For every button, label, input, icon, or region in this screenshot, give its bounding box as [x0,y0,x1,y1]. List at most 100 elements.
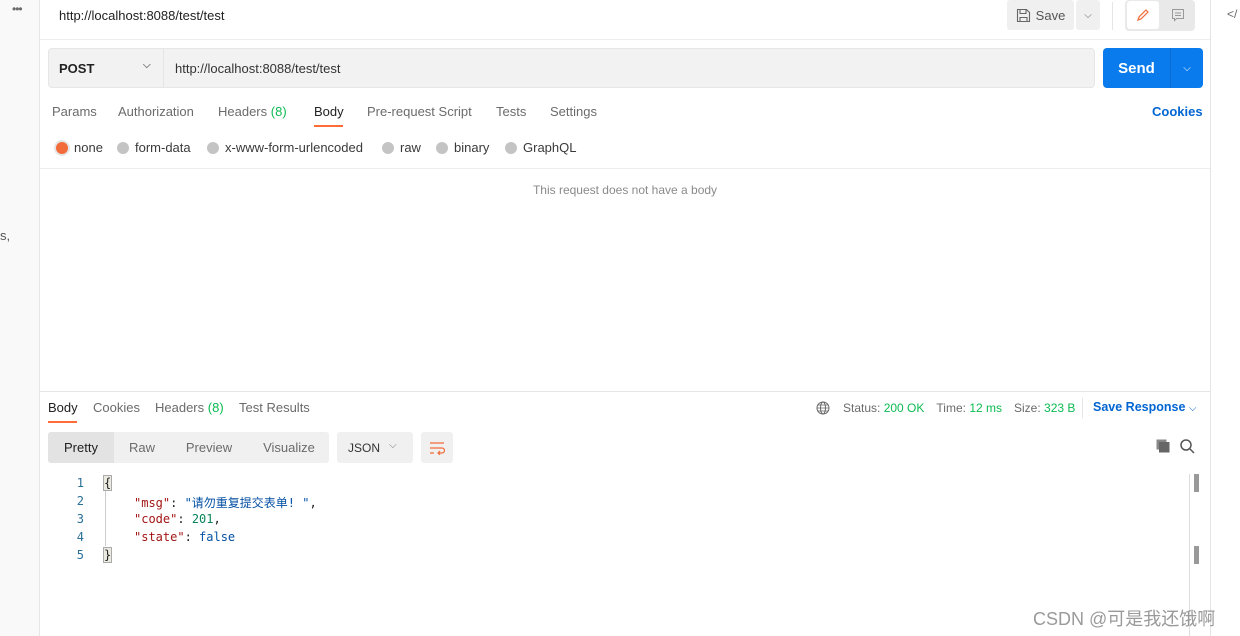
edit-mode-button[interactable] [1127,1,1159,29]
response-tab-test-results[interactable]: Test Results [239,400,310,415]
send-button[interactable]: Send [1103,48,1170,88]
radio-label: none [74,140,103,155]
code-line: "state": false [134,530,236,544]
tab-settings[interactable]: Settings [550,104,597,119]
method-label: POST [59,60,95,76]
sidebar-partial-text: s, [0,228,11,243]
line-number: 3 [76,512,84,526]
time[interactable]: Time: 12 ms [936,401,1002,415]
active-tab-indicator [48,421,77,423]
line-number: 2 [76,494,84,508]
radio-label: GraphQL [523,140,577,155]
response-tab-headers[interactable]: Headers (8) [155,400,224,415]
view-mode-tabs: Pretty Raw Preview Visualize [48,432,329,463]
radio-x-www-form-urlencoded[interactable]: x-www-form-urlencoded [207,140,363,155]
json-key: "code" [134,512,178,526]
chevron-down-icon: ⌵ [1188,403,1197,414]
radio-none[interactable]: none [56,140,103,155]
method-select[interactable]: POST ⌵ [49,49,164,87]
active-tab-indicator [314,125,343,127]
view-pretty[interactable]: Pretty [48,432,114,463]
response-tab-body[interactable]: Body [48,400,78,415]
status[interactable]: Status: 200 OK [843,401,924,415]
radio-icon [505,141,517,154]
scrollbar-thumb[interactable] [1194,474,1199,492]
divider [40,168,1210,169]
code-icon[interactable]: </ [1227,7,1237,21]
mode-toggle [1125,0,1195,31]
save-response-button[interactable]: Save Response ⌵ [1093,400,1197,414]
line-number: 4 [76,530,84,544]
empty-body-message: This request does not have a body [532,183,718,197]
json-key: "msg" [134,496,171,510]
request-title[interactable]: http://localhost:8088/test/test [59,8,225,23]
url-input[interactable]: http://localhost:8088/test/test [175,61,341,76]
radio-label: x-www-form-urlencoded [225,140,363,155]
wrap-lines-button[interactable] [421,432,453,463]
right-panel: </ [1210,0,1240,636]
save-icon [1016,8,1030,22]
radio-binary[interactable]: binary [436,140,489,155]
line-number: 1 [76,476,84,490]
tab-tests[interactable]: Tests [496,104,526,119]
scrollbar-marker [1194,546,1199,564]
response-meta: Status: 200 OK Time: 12 ms Size: 323 B [843,401,1075,415]
radio-raw[interactable]: raw [382,140,421,155]
radio-selected-icon [56,141,68,154]
search-icon[interactable] [1180,439,1195,454]
tab-authorization[interactable]: Authorization [118,104,194,119]
view-preview[interactable]: Preview [174,432,244,463]
send-dropdown-button[interactable]: ⌵ [1171,48,1203,88]
size-label: Size: [1014,401,1041,415]
ellipsis-icon[interactable]: ••• [12,2,23,16]
send-button-group: Send ⌵ [1103,48,1203,88]
time-value: 12 ms [969,401,1002,415]
comment-icon [1172,9,1184,22]
pane-resize-handle[interactable] [40,391,1210,392]
json-comma: , [213,512,221,526]
pencil-icon [1137,9,1149,21]
format-label: JSON [348,440,381,455]
radio-form-data[interactable]: form-data [117,140,191,155]
chevron-down-icon: ⌵ [1183,62,1191,74]
radio-icon [382,141,394,154]
line-number: 5 [76,548,84,562]
divider [40,39,1210,40]
size[interactable]: Size: 323 B [1014,401,1075,415]
tab-params[interactable]: Params [52,104,97,119]
globe-icon[interactable] [816,401,830,415]
cookies-link[interactable]: Cookies [1152,104,1203,119]
json-key: "state" [134,530,185,544]
save-button[interactable]: Save [1007,0,1074,30]
left-sidebar: ••• s, [0,0,40,636]
json-value: false [199,530,236,544]
radio-graphql[interactable]: GraphQL [505,140,576,155]
tab-headers[interactable]: Headers (8) [218,104,287,119]
radio-icon [117,141,129,154]
view-visualize[interactable]: Visualize [252,432,326,463]
json-comma: , [309,496,317,510]
tab-label: Headers [218,104,268,119]
code-line: "code": 201, [134,512,221,526]
json-value: "请勿重复提交表单! " [184,496,310,510]
wrap-lines-icon [430,441,445,455]
format-select[interactable]: JSON ⌵ [337,432,413,463]
comments-button[interactable] [1163,1,1193,29]
divider [1082,398,1083,418]
radio-icon [207,141,219,154]
response-tab-cookies[interactable]: Cookies [93,400,140,415]
save-response-label: Save Response [1093,400,1186,414]
status-label: Status: [843,401,881,415]
view-raw[interactable]: Raw [114,432,170,463]
chevron-down-icon: ⌵ [389,440,397,451]
copy-icon[interactable] [1156,439,1170,453]
radio-label: raw [400,140,421,155]
close-brace: } [102,547,113,563]
tab-body[interactable]: Body [314,104,344,119]
headers-count: (8) [207,400,224,415]
radio-label: form-data [135,140,191,155]
tab-label: Headers [155,400,205,415]
tab-pre-request-script[interactable]: Pre-request Script [367,104,472,119]
save-dropdown-button[interactable]: ⌵ [1076,0,1100,30]
open-brace: { [102,475,113,491]
